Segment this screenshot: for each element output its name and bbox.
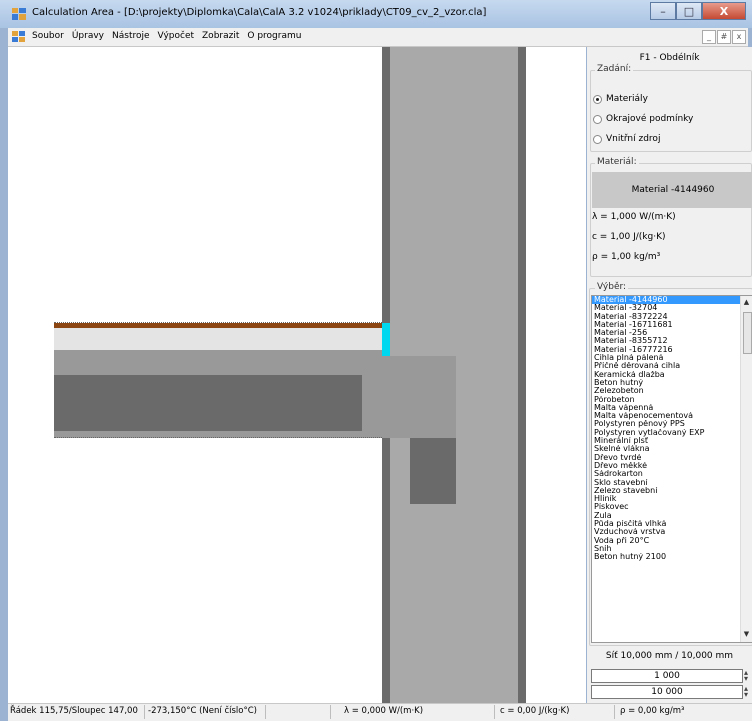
status-separator (494, 705, 495, 719)
material-list-item[interactable]: Minerální plsť (592, 437, 740, 445)
material-listbox[interactable]: Material -4144960 Material -32704 Material… (591, 295, 752, 643)
scroll-thumb[interactable] (743, 312, 752, 354)
menu-upravy[interactable]: Úpravy (72, 31, 104, 41)
radio-unchecked-icon (593, 114, 602, 124)
material-name: Material -4144960 (631, 185, 715, 195)
material-list: Material -4144960 Material -32704 Material… (592, 296, 740, 562)
zadani-group-label: Zadání: (595, 64, 634, 74)
scroll-up-icon[interactable]: ▲ (741, 298, 752, 306)
radio-materialy-label: Materiály (606, 94, 648, 104)
material-list-item[interactable]: Hliník (592, 495, 740, 503)
window-title: Calculation Area - [D:\projekty\Diplomka… (32, 7, 487, 18)
status-lambda: λ = 0,000 W/(m·K) (344, 706, 424, 716)
material-list-item[interactable]: Pórobeton (592, 396, 740, 404)
material-list-item[interactable]: Dřevo měkké (592, 462, 740, 470)
material-list-item[interactable]: Malta vápenocementová (592, 412, 740, 420)
material-list-item[interactable]: Malta vápenná (592, 404, 740, 412)
material-list-item[interactable]: Skelné vlákna (592, 445, 740, 453)
wall-recess-block[interactable] (410, 438, 456, 504)
floor-light-layer[interactable] (54, 328, 382, 350)
mdi-close-button[interactable]: x (732, 30, 746, 44)
calculation-area-icon (12, 8, 26, 20)
status-rho: ρ = 0,00 kg/m³ (620, 706, 685, 716)
floor-top-edge (54, 322, 382, 323)
material-list-item[interactable]: Keramická dlažba (592, 371, 740, 379)
material-list-item[interactable]: Polystyren pěnový PPS (592, 420, 740, 428)
material-list-item[interactable]: Půda písčitá vlhká (592, 520, 740, 528)
menu-o-programu[interactable]: O programu (247, 31, 301, 41)
material-color-swatch[interactable]: Material -4144960 (592, 172, 752, 208)
spinner-1-icon[interactable]: ▴ ▾ (744, 669, 752, 683)
material-list-item[interactable]: Beton hutný (592, 379, 740, 387)
scroll-down-icon[interactable]: ▼ (741, 630, 752, 638)
slab-core[interactable] (54, 375, 362, 431)
material-list-item[interactable]: Material -32704 (592, 304, 740, 312)
minimize-button[interactable]: – (650, 2, 676, 20)
material-c: c = 1,00 J/(kg·K) (592, 232, 666, 242)
radio-okrajove-podminky-label: Okrajové podmínky (606, 114, 694, 124)
menu-zobrazit[interactable]: Zobrazit (202, 31, 239, 41)
mdi-minimize-button[interactable]: _ (702, 30, 716, 44)
status-separator (144, 705, 145, 719)
menu-vypocet[interactable]: Výpočet (158, 31, 194, 41)
material-rho: ρ = 1,00 kg/m³ (592, 252, 661, 262)
mdi-restore-button[interactable]: # (717, 30, 731, 44)
status-c: c = 0,00 J/(kg·K) (500, 706, 570, 716)
material-group-label: Materiál: (595, 157, 639, 167)
material-list-item[interactable]: Material -16777216 (592, 346, 740, 354)
grid-spacing: Síť 10,000 mm / 10,000 mm (605, 651, 734, 661)
radio-checked-icon (593, 94, 602, 104)
material-list-item[interactable]: Material -8372224 (592, 313, 740, 321)
menu-soubor[interactable]: Soubor (32, 31, 64, 41)
drawing-canvas[interactable] (8, 47, 586, 703)
spinner-2-icon[interactable]: ▴ ▾ (744, 685, 752, 699)
material-list-item[interactable]: Vzduchová vrstva (592, 528, 740, 536)
status-position: Řádek 115,75/Sloupec 147,00 (10, 706, 138, 716)
status-bar: Řádek 115,75/Sloupec 147,00 -273,150°C (… (8, 703, 752, 721)
material-list-item[interactable]: Material -16711681 (592, 321, 740, 329)
radio-vnitrni-zdroj-label: Vnitřní zdroj (606, 134, 661, 144)
slab-upper[interactable] (54, 350, 382, 375)
list-scrollbar[interactable]: ▲ ▼ (740, 296, 752, 642)
material-list-item[interactable]: Sádrokarton (592, 470, 740, 478)
material-list-item[interactable]: Cihla plná pálená (592, 354, 740, 362)
panel-title: F1 - Obdélník (639, 53, 700, 63)
menu-bar: Soubor Úpravy Nástroje Výpočet Zobrazit … (8, 28, 748, 47)
material-list-item[interactable]: Material -8355712 (592, 337, 740, 345)
slab-bottom-edge (54, 437, 382, 438)
material-lambda: λ = 1,000 W/(m·K) (592, 212, 676, 222)
material-list-item[interactable]: Dřevo tvrdé (592, 454, 740, 462)
material-list-item[interactable]: Sníh (592, 545, 740, 553)
material-list-item[interactable]: Železo stavební (592, 487, 740, 495)
status-separator (614, 705, 615, 719)
status-temperature: -273,150°C (Není číslo°C) (148, 706, 257, 716)
close-button[interactable]: X (702, 2, 746, 20)
selected-cell-highlight[interactable] (382, 323, 390, 356)
radio-unchecked-icon (593, 134, 602, 144)
menu-nastroje[interactable]: Nástroje (112, 31, 150, 41)
material-list-item[interactable]: Pískovec (592, 503, 740, 511)
slab-edge-block[interactable] (382, 356, 456, 438)
radio-okrajove-podminky[interactable]: Okrajové podmínky (593, 114, 693, 124)
material-list-item[interactable]: Železobeton (592, 387, 740, 395)
radio-vnitrni-zdroj[interactable]: Vnitřní zdroj (593, 134, 660, 144)
properties-panel: F1 - Obdélník Zadání: Materiály Okrajové… (587, 47, 752, 703)
material-list-item[interactable]: Beton hutný 2100 (592, 553, 740, 561)
document-icon[interactable] (12, 31, 25, 42)
material-list-item[interactable]: Žula (592, 512, 740, 520)
status-separator (330, 705, 331, 719)
material-list-item[interactable]: Sklo stavební (592, 479, 740, 487)
status-separator (265, 705, 266, 719)
grid-input-2[interactable]: 10 000 (591, 685, 743, 699)
title-bar: Calculation Area - [D:\projekty\Diplomka… (0, 0, 752, 28)
radio-materialy[interactable]: Materiály (593, 94, 648, 104)
material-list-item[interactable]: Voda při 20°C (592, 537, 740, 545)
maximize-button[interactable]: □ (676, 2, 702, 20)
material-list-item[interactable]: Material -256 (592, 329, 740, 337)
material-list-item[interactable]: Příčně děrovaná cihla (592, 362, 740, 370)
grid-input-1[interactable]: 1 000 (591, 669, 743, 683)
material-list-item[interactable]: Polystyren vytlačovaný EXP (592, 429, 740, 437)
vyber-group-label: Výběr: (595, 282, 629, 292)
material-list-item[interactable]: Material -4144960 (592, 296, 740, 305)
